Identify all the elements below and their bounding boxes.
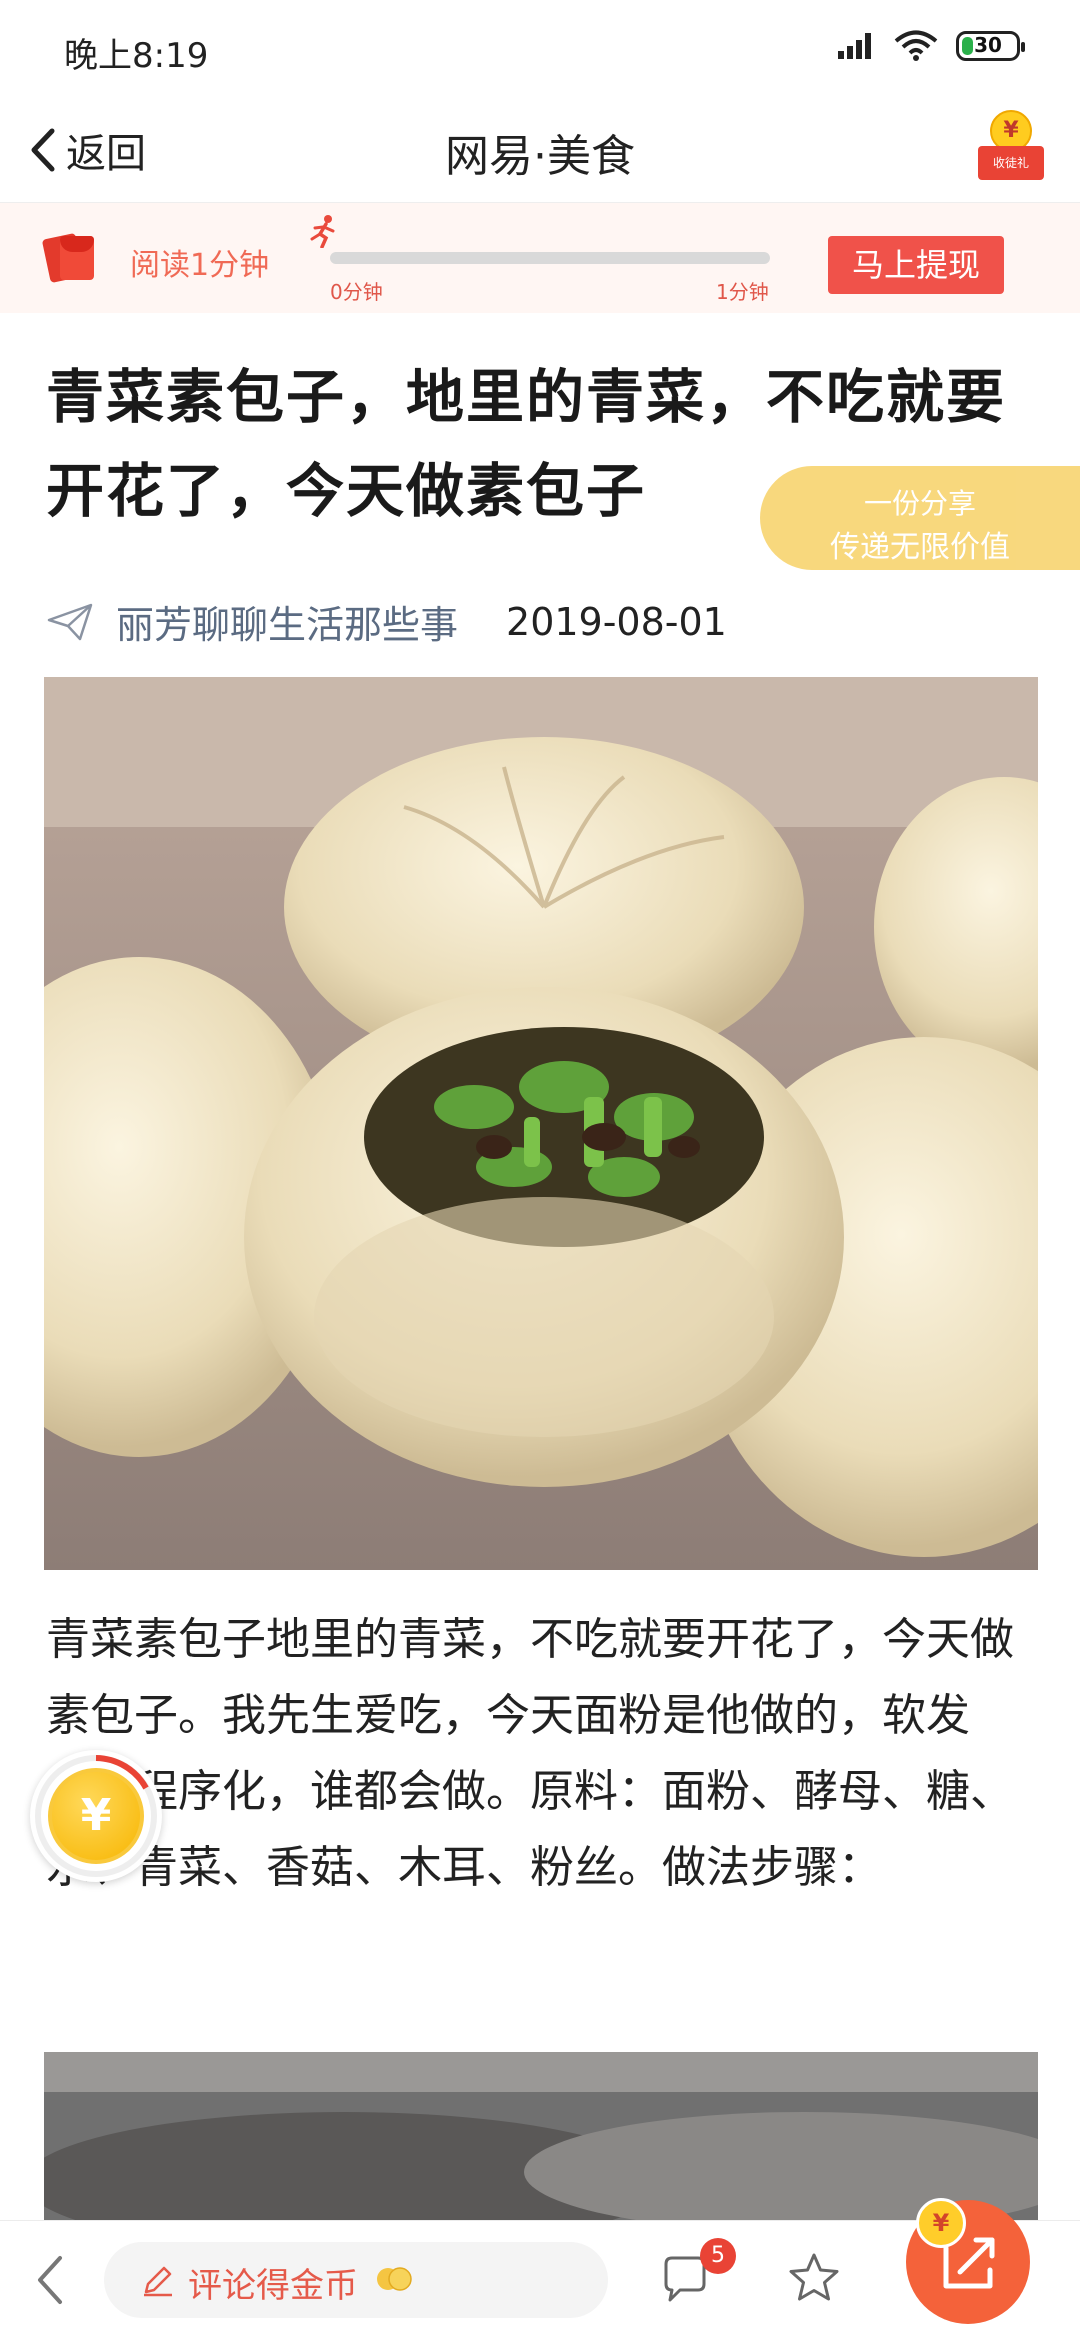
back-label: 返回 — [66, 131, 146, 177]
wifi-icon — [894, 30, 938, 61]
share-promo-line2: 传递无限价值 — [830, 530, 1010, 565]
runner-icon — [310, 215, 335, 248]
status-bar: 晚上8:19 30 — [0, 0, 1080, 100]
share-promo-line1: 一份分享 — [863, 487, 976, 520]
article-body: 青菜素包子地里的青菜，不吃就要开花了，今天做素包子。我先生爱吃，今天面粉是他做的… — [46, 1614, 1014, 1893]
article-meta: 丽芳聊聊生活那些事 2019-08-01 — [46, 594, 727, 649]
star-icon[interactable] — [786, 2250, 842, 2306]
comment-input-button[interactable]: 评论得金币 — [104, 2242, 608, 2318]
comment-count-badge: 5 — [700, 2238, 736, 2274]
author-name[interactable]: 丽芳聊聊生活那些事 — [116, 594, 458, 649]
battery-icon: 30 — [956, 31, 1025, 61]
article-image-2 — [44, 2052, 1038, 2232]
coin-icon: ¥ — [48, 1768, 144, 1864]
signal-icon — [838, 33, 871, 59]
chevron-left-icon — [31, 128, 55, 172]
page-title: 网易·美食 — [445, 131, 635, 182]
reading-goal-label: 阅读1分钟 — [130, 248, 270, 283]
gift-label: 收徒礼 — [978, 146, 1044, 180]
comment-label: 评论得金币 — [188, 2266, 358, 2306]
share-coin-icon: ¥ — [916, 2198, 966, 2248]
apprentice-gift-button[interactable]: ¥ 收徒礼 — [978, 110, 1044, 180]
red-envelope-icon — [41, 232, 94, 284]
reading-coin-widget[interactable]: ¥ — [30, 1750, 162, 1882]
paper-plane-icon — [47, 603, 93, 640]
status-time: 晚上8:19 — [64, 36, 209, 76]
nav-bar: 返回 网易·美食 ¥ 收徒礼 — [0, 100, 1080, 203]
article-image-steamed-buns — [44, 677, 1038, 1570]
pen-icon — [144, 2266, 172, 2297]
status-icons: 30 — [836, 30, 1025, 62]
publish-date: 2019-08-01 — [506, 599, 727, 644]
reading-progress-track — [330, 252, 770, 264]
progress-end-label: 1分钟 — [716, 280, 769, 304]
back-button[interactable]: 返回 — [26, 118, 146, 182]
progress-start-label: 0分钟 — [330, 280, 383, 304]
battery-cap — [1021, 42, 1025, 52]
share-promo-badge[interactable]: 一份分享 传递无限价值 — [760, 466, 1080, 570]
withdraw-button[interactable]: 马上提现 — [828, 236, 1004, 294]
battery-level: 30 — [974, 33, 1002, 57]
gold-coin-icon — [377, 2267, 412, 2291]
back-arrow-icon[interactable] — [28, 2252, 72, 2308]
